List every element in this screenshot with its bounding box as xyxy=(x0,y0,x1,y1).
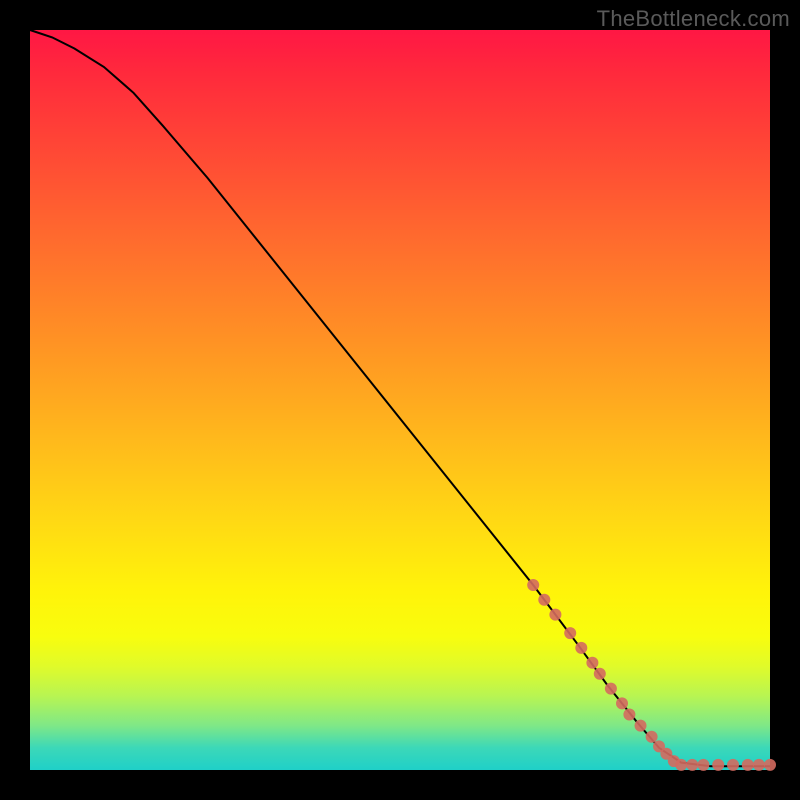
marker-dot xyxy=(764,759,776,771)
marker-dot xyxy=(753,759,765,771)
marker-dot xyxy=(635,720,647,732)
marker-dot xyxy=(623,709,635,721)
marker-dots xyxy=(527,579,776,771)
marker-dot xyxy=(586,657,598,669)
marker-dot xyxy=(727,759,739,771)
marker-dot xyxy=(675,759,687,771)
chart-svg xyxy=(30,30,770,770)
marker-dot xyxy=(527,579,539,591)
marker-dot xyxy=(538,594,550,606)
chart-container: TheBottleneck.com xyxy=(0,0,800,800)
marker-dot xyxy=(686,759,698,771)
marker-dot xyxy=(575,642,587,654)
marker-dot xyxy=(646,731,658,743)
marker-dot xyxy=(564,627,576,639)
data-curve xyxy=(30,30,770,766)
marker-dot xyxy=(697,759,709,771)
watermark-text: TheBottleneck.com xyxy=(597,6,790,32)
marker-dot xyxy=(712,759,724,771)
marker-dot xyxy=(594,668,606,680)
marker-dot xyxy=(549,609,561,621)
marker-dot xyxy=(605,683,617,695)
marker-dot xyxy=(616,697,628,709)
marker-dot xyxy=(742,759,754,771)
plot-area xyxy=(30,30,770,770)
